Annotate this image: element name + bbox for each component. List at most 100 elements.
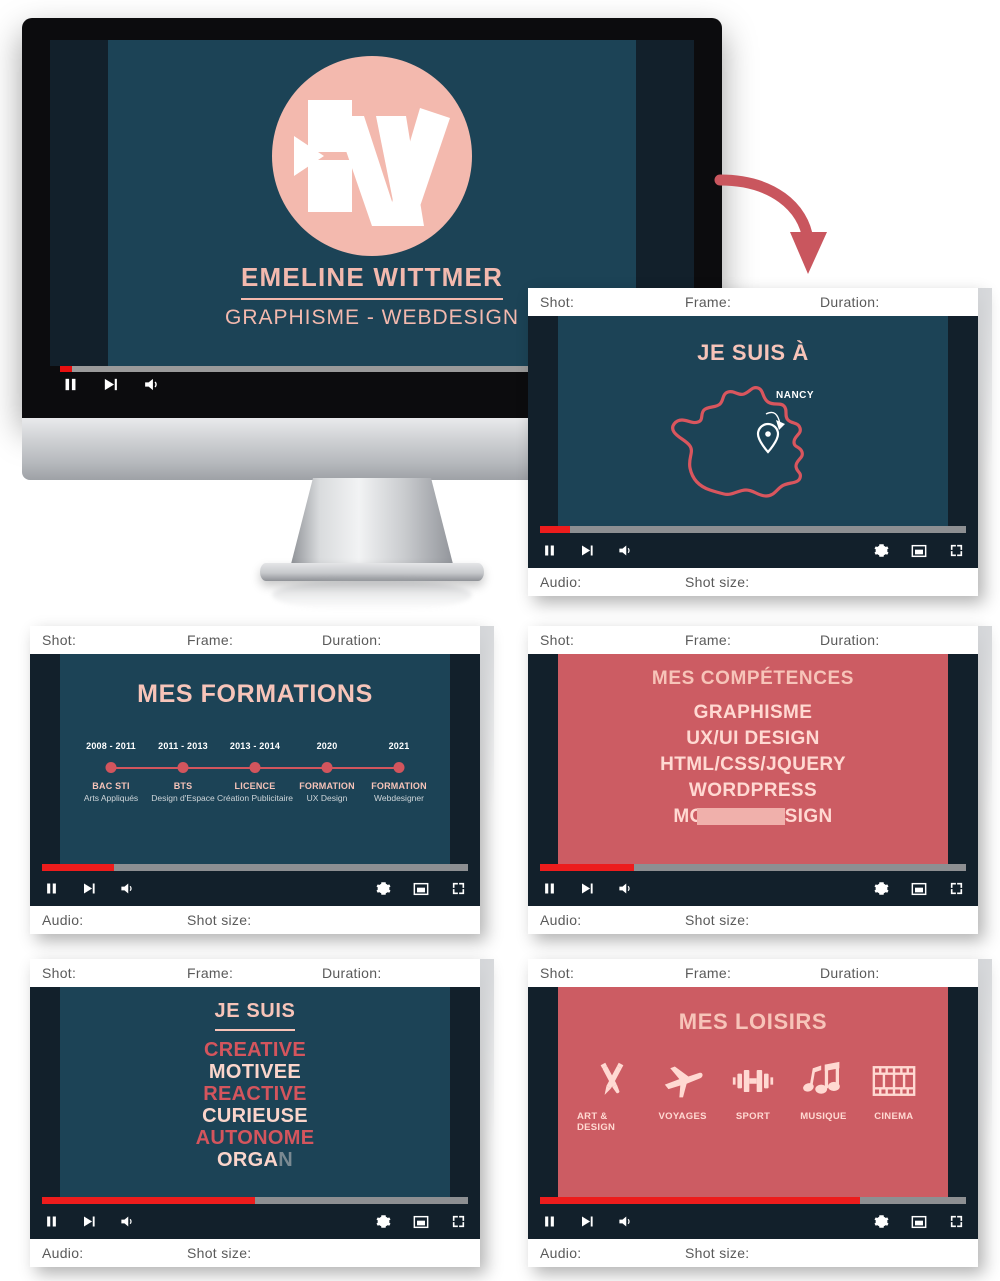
- miniplayer-button[interactable]: [911, 1215, 927, 1229]
- brand-name: EMELINE WITTMER: [240, 262, 504, 300]
- meta-shot-label: Shot:: [42, 632, 77, 648]
- meta-audio-label: Audio:: [540, 1245, 582, 1261]
- volume-button[interactable]: [119, 1214, 135, 1229]
- settings-button[interactable]: [376, 881, 391, 896]
- trait-label: AUTONOME: [195, 1127, 315, 1149]
- hobby-item: SPORT: [718, 1057, 788, 1133]
- card-meta-top: Shot: Frame: Duration:: [30, 626, 480, 654]
- meta-frame-label: Frame:: [685, 965, 732, 981]
- progress-track[interactable]: [42, 864, 468, 871]
- slide-title: JE SUIS: [214, 1000, 296, 1031]
- pause-button[interactable]: [542, 543, 557, 558]
- imac-stand-neck: [290, 478, 454, 568]
- slide-mes-loisirs: MES LOISIRS ART & DESIGN VOYAGES SPORT MUSI…: [558, 987, 948, 1197]
- card-mes-loisirs: Shot: Frame: Duration: MES LOISIRS ART &…: [528, 959, 992, 1267]
- volume-button[interactable]: [617, 543, 633, 558]
- map-pin-label: NANCY: [776, 390, 815, 401]
- meta-frame-label: Frame:: [187, 965, 234, 981]
- letterbox-left: [30, 987, 60, 1197]
- traits-list: CREATIVE MOTIVEE REACTIVE CURIEUSE AUTONOME O…: [196, 1039, 315, 1171]
- france-map-outline: NANCY: [628, 372, 878, 507]
- pause-button[interactable]: [44, 1214, 59, 1229]
- settings-button[interactable]: [874, 881, 889, 896]
- player-controls: [528, 871, 978, 906]
- volume-button[interactable]: [142, 376, 161, 393]
- volume-button[interactable]: [617, 881, 633, 896]
- ew-monogram-logo: [272, 56, 472, 256]
- settings-button[interactable]: [376, 1214, 391, 1229]
- settings-button[interactable]: [874, 1214, 889, 1229]
- fullscreen-button[interactable]: [451, 1214, 466, 1229]
- pause-button[interactable]: [62, 376, 79, 393]
- storyboard-canvas: EMELINE WITTMER GRAPHISME - WEBDESIGN Sh…: [0, 0, 1000, 1281]
- hobby-item: MUSIQUE: [788, 1057, 858, 1133]
- timeline-item: 2021 FORMATION Webdesigner: [363, 741, 435, 825]
- skill-label: UX/UI DESIGN: [686, 728, 820, 749]
- letterbox-right: [450, 987, 480, 1197]
- next-button[interactable]: [579, 1214, 595, 1229]
- meta-frame-label: Frame:: [187, 632, 234, 648]
- timeline-dot: [393, 762, 405, 773]
- progress-track[interactable]: [540, 864, 966, 871]
- volume-button[interactable]: [617, 1214, 633, 1229]
- card-fold: [480, 959, 494, 1267]
- skill-item: UX/UI DESIGN: [686, 726, 820, 752]
- hobby-label: CINEMA: [874, 1111, 914, 1122]
- meta-audio-label: Audio:: [540, 574, 582, 590]
- card-screen: MES FORMATIONS 2008 - 2011 BAC STI Arts Ap…: [30, 654, 480, 864]
- timeline-year: 2008 - 2011: [86, 741, 136, 751]
- timeline-item: 2013 - 2014 LICENCE Création Publicitaire: [217, 741, 293, 825]
- skills-list: GRAPHISME UX/UI DESIGN HTML/CSS/JQUERY WORD…: [660, 700, 846, 830]
- trait-label: ORGA: [217, 1149, 279, 1171]
- card-meta-top: Shot: Frame: Duration:: [528, 288, 978, 316]
- progress-fill: [540, 864, 634, 871]
- next-button[interactable]: [579, 881, 595, 896]
- volume-button[interactable]: [119, 881, 135, 896]
- miniplayer-button[interactable]: [911, 544, 927, 558]
- card-player: [528, 526, 978, 568]
- player-controls: [30, 871, 480, 906]
- letterbox-left: [528, 654, 558, 864]
- progress-track[interactable]: [540, 1197, 966, 1204]
- miniplayer-button[interactable]: [413, 882, 429, 896]
- card-fold: [480, 626, 494, 934]
- letterbox-left: [528, 316, 558, 526]
- skill-label: HTML/CSS/JQUERY: [660, 754, 846, 775]
- timeline-year: 2013 - 2014: [229, 741, 281, 751]
- skill-item: GRAPHISME: [694, 700, 813, 726]
- hobby-label: MUSIQUE: [800, 1111, 847, 1122]
- card-screen: JE SUIS CREATIVE MOTIVEE REACTIVE CURIEUSE A…: [30, 987, 480, 1197]
- letterbox-left: [528, 987, 558, 1197]
- fullscreen-button[interactable]: [949, 543, 964, 558]
- miniplayer-button[interactable]: [911, 882, 927, 896]
- trait-item: CREATIVE: [204, 1039, 306, 1061]
- next-button[interactable]: [81, 881, 97, 896]
- meta-shot-size-label: Shot size:: [685, 912, 750, 928]
- miniplayer-button[interactable]: [413, 1215, 429, 1229]
- timeline-item: 2008 - 2011 BAC STI Arts Appliqués: [75, 741, 147, 825]
- meta-duration-label: Duration:: [820, 632, 880, 648]
- film-strip-icon: [872, 1057, 916, 1105]
- skill-item: HTML/CSS/JQUERY: [660, 752, 846, 778]
- trait-label: REACTIVE: [203, 1083, 307, 1105]
- hobbies-row: ART & DESIGN VOYAGES SPORT MUSIQUE CINEMA: [573, 1057, 933, 1133]
- meta-duration-label: Duration:: [322, 632, 382, 648]
- progress-track[interactable]: [540, 526, 966, 533]
- timeline-item: 2020 FORMATION UX Design: [291, 741, 363, 825]
- settings-button[interactable]: [874, 543, 889, 558]
- next-button[interactable]: [579, 543, 595, 558]
- pause-button[interactable]: [542, 881, 557, 896]
- card-player: [528, 864, 978, 906]
- fullscreen-button[interactable]: [451, 881, 466, 896]
- pause-button[interactable]: [44, 881, 59, 896]
- next-button[interactable]: [81, 1214, 97, 1229]
- fullscreen-button[interactable]: [949, 1214, 964, 1229]
- fullscreen-button[interactable]: [949, 881, 964, 896]
- next-button[interactable]: [101, 376, 120, 393]
- trait-item: REACTIVE: [203, 1083, 307, 1105]
- trait-item: ORGAN: [217, 1149, 293, 1171]
- progress-track[interactable]: [42, 1197, 468, 1204]
- card-player: [528, 1197, 978, 1239]
- letterbox-left: [30, 654, 60, 864]
- pause-button[interactable]: [542, 1214, 557, 1229]
